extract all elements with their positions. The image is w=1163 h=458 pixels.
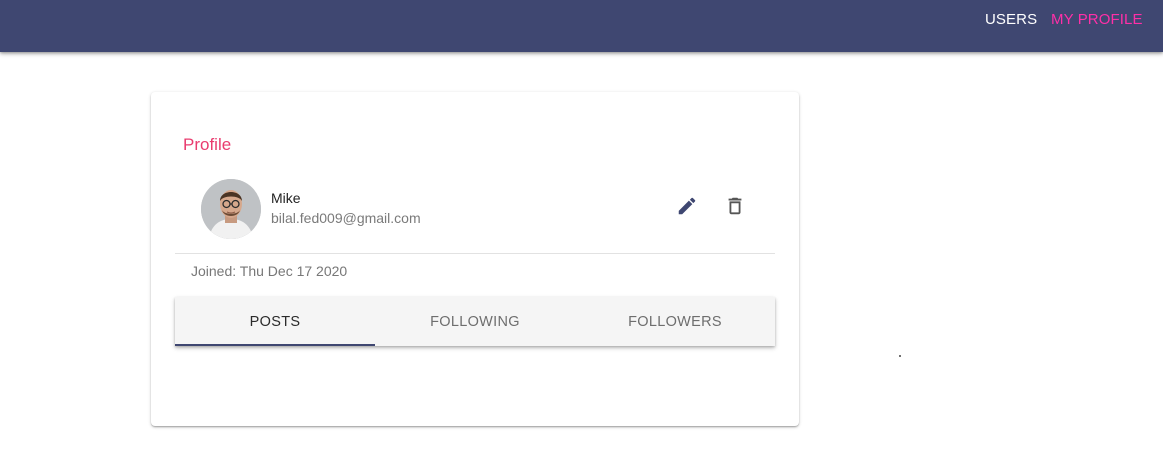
tab-posts[interactable]: POSTS	[175, 297, 375, 346]
stray-dot	[899, 355, 901, 357]
tab-following[interactable]: FOLLOWING	[375, 297, 575, 346]
profile-tabs: POSTS FOLLOWING FOLLOWERS	[175, 297, 775, 346]
divider	[175, 253, 775, 254]
edit-profile-button[interactable]	[669, 190, 705, 226]
pencil-icon	[676, 195, 698, 222]
delete-profile-button[interactable]	[717, 190, 753, 226]
tab-followers[interactable]: FOLLOWERS	[575, 297, 775, 346]
trash-icon	[724, 195, 746, 222]
app-bar: USERS MY PROFILE	[0, 0, 1163, 52]
nav-my-profile-link[interactable]: MY PROFILE	[1051, 12, 1143, 28]
avatar	[201, 179, 261, 239]
user-name: Mike	[271, 190, 301, 206]
active-tab-indicator	[175, 344, 375, 346]
joined-date: Joined: Thu Dec 17 2020	[191, 263, 348, 279]
nav-users-link[interactable]: USERS	[985, 12, 1037, 28]
user-email: bilal.fed009@gmail.com	[271, 210, 421, 226]
profile-title: Profile	[183, 135, 232, 154]
profile-card: Profile Mike bilal.fed009@gmail.com Join…	[151, 92, 799, 426]
